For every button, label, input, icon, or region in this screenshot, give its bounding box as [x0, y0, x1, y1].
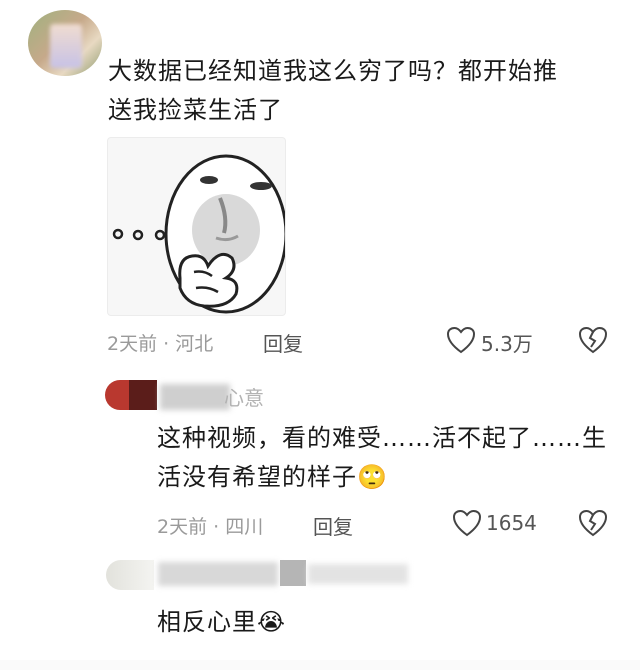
reply-button[interactable]: 回复 — [263, 328, 303, 357]
comment-text: 这种视频，看的难受……活不起了……生 活没有希望的样子🙄 — [157, 424, 607, 491]
next-comment-peek — [0, 660, 640, 670]
sticker-image[interactable] — [107, 137, 286, 316]
like-button[interactable] — [446, 326, 476, 354]
avatar[interactable] — [28, 10, 102, 76]
avatar[interactable] — [106, 560, 154, 590]
like-button[interactable] — [452, 509, 482, 537]
broken-heart-icon — [578, 326, 608, 354]
comment-time: 2天前 — [107, 333, 158, 355]
comment-text: 相反心里😭 — [157, 608, 287, 636]
dislike-button[interactable] — [578, 509, 608, 537]
dislike-button[interactable] — [578, 326, 608, 354]
heart-icon — [446, 326, 476, 354]
reply-button[interactable]: 回复 — [313, 511, 353, 540]
comment-meta: 2天前 · 河北 — [107, 329, 213, 356]
comment-location: 四川 — [225, 516, 264, 538]
comment-text: 大数据已经知道我这么穷了吗？都开始推 送我捡菜生活了 — [108, 57, 558, 124]
avatar[interactable] — [105, 380, 157, 410]
like-count: 1654 — [486, 511, 537, 535]
comment-time: 2天前 — [157, 516, 208, 538]
eye-roll-emoji: 🙄 — [357, 463, 388, 491]
meta-separator: · — [213, 516, 220, 538]
crying-emoji: 😭 — [257, 608, 287, 636]
comment-meta: 2天前 · 四川 — [157, 512, 263, 539]
heart-icon — [452, 509, 482, 537]
broken-heart-icon — [578, 509, 608, 537]
like-count: 5.3万 — [481, 332, 533, 356]
meta-separator: · — [163, 333, 170, 355]
comment-location: 河北 — [175, 333, 214, 355]
